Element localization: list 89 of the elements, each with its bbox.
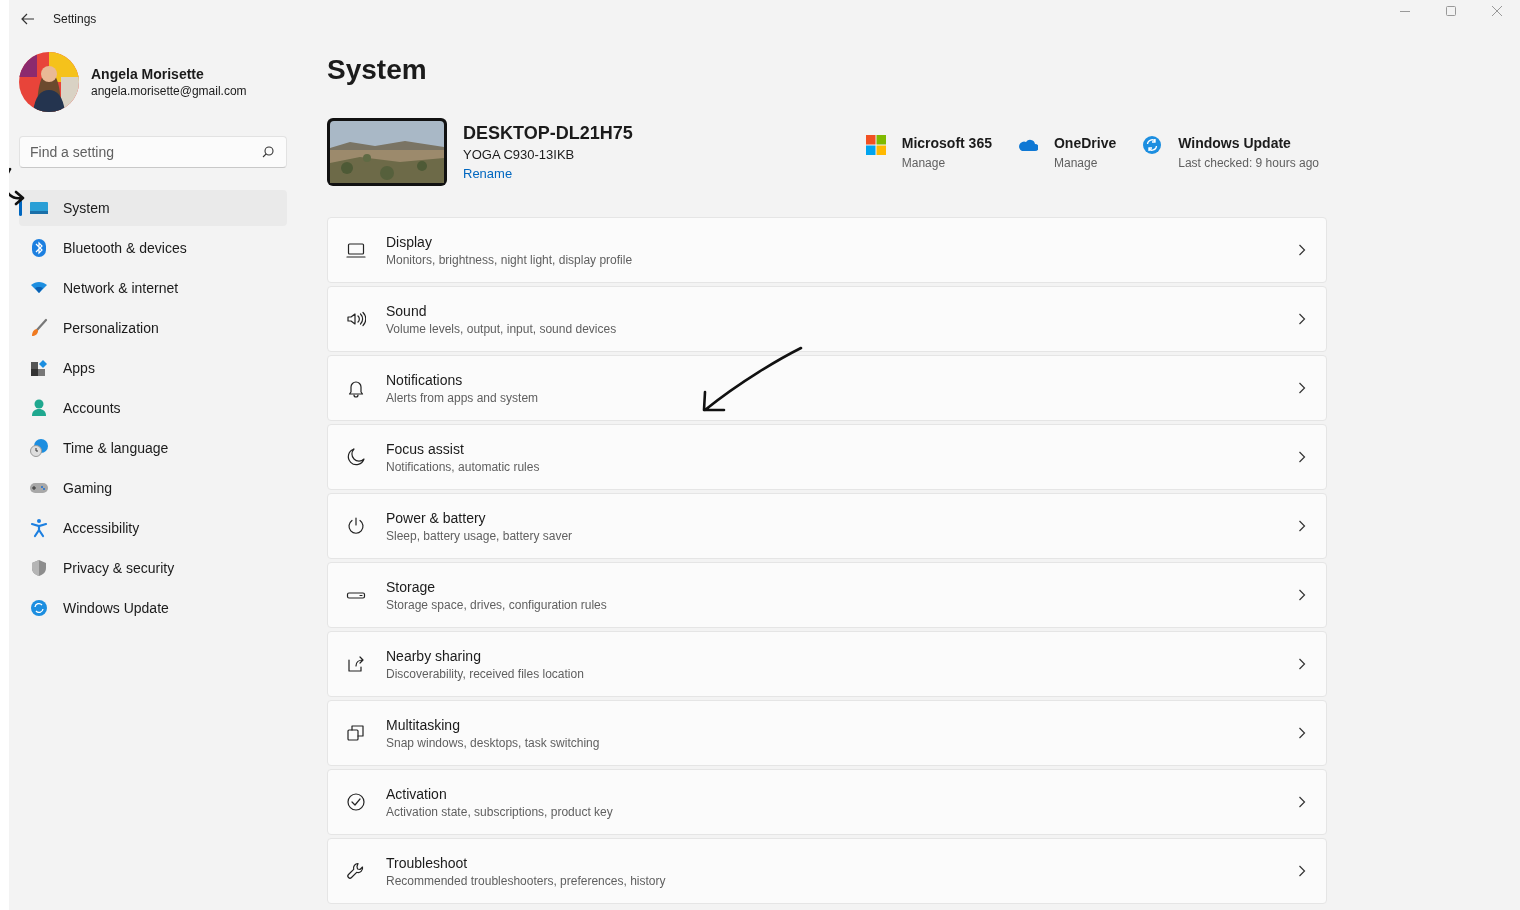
sync-icon: [29, 598, 49, 618]
card-title: Activation: [386, 785, 448, 802]
settings-card[interactable]: Notifications Alerts from apps and system: [327, 355, 1327, 421]
card-title: Power & battery: [386, 509, 487, 526]
settings-card[interactable]: Nearby sharing Discoverability, received files location: [327, 631, 1327, 697]
sidebar-item[interactable]: Network & internet: [19, 270, 287, 306]
card-description: Discoverability, received files location: [386, 666, 585, 681]
settings-card[interactable]: Troubleshoot Recommended troubleshooters, preferences, history: [327, 838, 1327, 904]
windows-icon: [346, 723, 366, 743]
device-model: YOGA C930-13IKB: [463, 147, 576, 162]
card-description: Monitors, brightness, night light, display profile: [386, 252, 634, 267]
settings-card[interactable]: Display Monitors, brightness, night light, display profile: [327, 217, 1327, 283]
card-title: Sound: [386, 302, 428, 319]
shield-icon: [29, 558, 49, 578]
settings-card[interactable]: Focus assist Notifications, automatic rules: [327, 424, 1327, 490]
bell-icon: [346, 378, 366, 398]
sidebar-item[interactable]: Accounts: [19, 390, 287, 426]
sidebar-item[interactable]: System: [19, 190, 287, 226]
apps-icon: [29, 358, 49, 378]
accessibility-icon: [29, 518, 49, 538]
chevron-right-icon: [1298, 382, 1306, 394]
card-title: Focus assist: [386, 440, 465, 457]
back-button[interactable]: [20, 11, 36, 27]
user-email: angela.morisette@gmail.com: [91, 84, 247, 98]
device-name: DESKTOP-DL21H75: [463, 123, 633, 144]
card-description: Storage space, drives, configuration rules: [386, 597, 608, 612]
settings-card[interactable]: Storage Storage space, drives, configuration rules: [327, 562, 1327, 628]
selection-indicator: [19, 200, 22, 216]
sidebar-item[interactable]: Time & language: [19, 430, 287, 466]
card-title: Display: [386, 233, 433, 250]
chevron-right-icon: [1298, 313, 1306, 325]
quick-link-subtitle: Manage: [901, 155, 947, 170]
chevron-right-icon: [1298, 658, 1306, 670]
sidebar-item[interactable]: Personalization: [19, 310, 287, 346]
card-title: Troubleshoot: [386, 854, 469, 871]
sync-icon: [1142, 134, 1163, 155]
card-description: Sleep, battery usage, battery saver: [386, 528, 574, 543]
card-title: Nearby sharing: [386, 647, 482, 664]
settings-card[interactable]: Multitasking Snap windows, desktops, task switching: [327, 700, 1327, 766]
grid-icon: [865, 134, 886, 155]
sidebar-item[interactable]: Bluetooth & devices: [19, 230, 287, 266]
user-name: Angela Morisette: [91, 66, 205, 82]
search-field[interactable]: Find a setting: [19, 136, 287, 168]
close-button[interactable]: [1492, 6, 1502, 16]
sidebar-item[interactable]: Accessibility: [19, 510, 287, 546]
sidebar-item[interactable]: Apps: [19, 350, 287, 386]
person-icon: [29, 398, 49, 418]
check-circle-icon: [346, 792, 366, 812]
chevron-right-icon: [1298, 520, 1306, 532]
share-icon: [346, 654, 366, 674]
card-description: Snap windows, desktops, task switching: [386, 735, 601, 750]
card-title: Notifications: [386, 371, 464, 388]
card-description: Volume levels, output, input, sound devices: [386, 321, 618, 336]
chevron-right-icon: [1298, 865, 1306, 877]
quick-link-title[interactable]: OneDrive: [1054, 134, 1117, 151]
settings-card[interactable]: Activation Activation state, subscriptions, product key: [327, 769, 1327, 835]
speaker-icon: [346, 309, 366, 329]
chevron-right-icon: [1298, 244, 1306, 256]
chevron-right-icon: [1298, 589, 1306, 601]
settings-card[interactable]: Sound Volume levels, output, input, sound devices: [327, 286, 1327, 352]
quick-link-title[interactable]: Windows Update: [1178, 134, 1319, 151]
power-icon: [346, 516, 366, 536]
paintbrush-icon: [29, 318, 49, 338]
sidebar-item[interactable]: Privacy & security: [19, 550, 287, 586]
quick-link-title[interactable]: Microsoft 365: [901, 134, 992, 151]
window-title: Settings: [53, 12, 97, 26]
chevron-right-icon: [1298, 727, 1306, 739]
quick-link-subtitle: Last checked: 9 hours ago: [1178, 155, 1319, 170]
laptop-icon: [346, 240, 366, 260]
maximize-button[interactable]: [1446, 6, 1456, 16]
wrench-icon: [346, 861, 366, 881]
globe-clock-icon: [29, 438, 49, 458]
chevron-right-icon: [1298, 451, 1306, 463]
card-title: Storage: [386, 578, 437, 595]
rename-link[interactable]: Rename: [463, 166, 513, 181]
chevron-right-icon: [1298, 796, 1306, 808]
moon-icon: [346, 447, 366, 467]
card-description: Recommended troubleshooters, preferences, history: [386, 873, 667, 888]
bluetooth-icon: [29, 238, 49, 258]
quick-link-subtitle: Manage: [1054, 155, 1099, 170]
settings-card[interactable]: Power & battery Sleep, battery usage, battery saver: [327, 493, 1327, 559]
card-description: Activation state, subscriptions, product key: [386, 804, 614, 819]
page-title: System: [327, 53, 428, 87]
card-description: Notifications, automatic rules: [386, 459, 541, 474]
sidebar-item[interactable]: Windows Update: [19, 590, 287, 626]
search-icon: [262, 146, 274, 158]
card-description: Alerts from apps and system: [386, 390, 540, 405]
sidebar-item[interactable]: Gaming: [19, 470, 287, 506]
card-title: Multitasking: [386, 716, 461, 733]
